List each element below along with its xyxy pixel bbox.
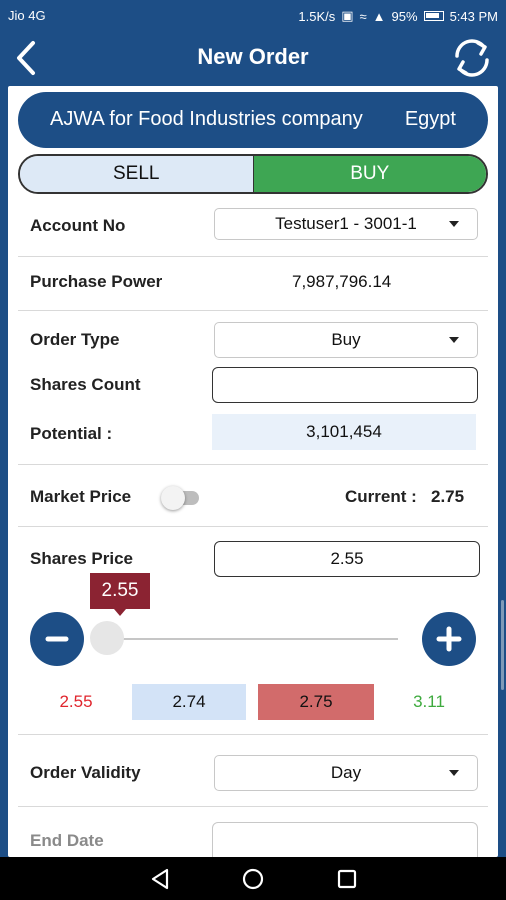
nav-home-icon[interactable]	[238, 865, 268, 893]
order-form: Account No Testuser1 - 3001-1 Purchase P…	[18, 200, 488, 857]
order-validity-value: Day	[330, 763, 362, 782]
end-date-label: End Date	[30, 831, 104, 850]
order-validity-dropdown[interactable]: Day	[214, 755, 478, 791]
market-price-toggle[interactable]	[161, 485, 201, 511]
signal-icon: ▲	[372, 8, 386, 24]
nav-recents-icon[interactable]	[332, 865, 362, 893]
increase-price-button[interactable]	[422, 612, 476, 666]
account-label: Account No	[30, 216, 126, 235]
order-type-label: Order Type	[30, 330, 120, 349]
company-banner: AJWA for Food Industries company Egypt	[18, 92, 488, 148]
chevron-down-icon	[449, 770, 459, 776]
battery-percent: 95%	[391, 8, 418, 24]
market-price-label: Market Price	[30, 487, 132, 506]
shares-count-label: Shares Count	[30, 375, 141, 394]
company-name: AJWA for Food Industries company	[50, 108, 363, 130]
shares-price-input[interactable]: 2.55	[214, 541, 480, 577]
order-type-dropdown[interactable]: Buy	[214, 322, 478, 358]
max-price: 3.11	[413, 692, 445, 711]
system-nav-bar	[0, 857, 506, 900]
nav-back-icon[interactable]	[145, 865, 175, 893]
order-validity-label: Order Validity	[30, 763, 141, 782]
network-speed: 1.5K/s	[298, 8, 336, 24]
wifi-icon: ≈	[359, 8, 367, 24]
divider	[18, 464, 488, 465]
shares-price-label: Shares Price	[30, 549, 134, 568]
divider	[18, 734, 488, 735]
divider	[18, 310, 488, 311]
end-date-input[interactable]	[212, 822, 478, 857]
ask-price: 2.75	[258, 684, 374, 720]
scroll-indicator	[501, 600, 504, 690]
decrease-price-button[interactable]	[30, 612, 84, 666]
price-slider-track[interactable]	[104, 638, 398, 640]
divider	[18, 526, 488, 527]
divider	[18, 806, 488, 807]
toggle-thumb	[161, 486, 185, 510]
bid-price: 2.74	[132, 684, 246, 720]
clock: 5:43 PM	[449, 8, 498, 24]
minus-icon	[45, 636, 69, 642]
buy-button[interactable]: BUY	[252, 156, 486, 192]
status-bar: Jio 4G 1.5K/s ▣ ≈ ▲ 95% 5:43 PM	[0, 0, 506, 30]
refresh-icon	[455, 39, 489, 77]
plus-icon	[436, 626, 462, 652]
purchase-power-value: 7,987,796.14	[292, 272, 392, 291]
chevron-down-icon	[449, 221, 459, 227]
account-value: Testuser1 - 3001-1	[275, 214, 417, 233]
order-form-card: AJWA for Food Industries company Egypt S…	[8, 86, 498, 857]
potential-value: 3,101,454	[212, 414, 476, 450]
current-value: 2.75	[431, 487, 465, 506]
app-bar: New Order	[0, 30, 506, 86]
vibrate-icon: ▣	[341, 8, 354, 23]
side-toggle: SELL BUY	[18, 154, 488, 194]
chevron-down-icon	[449, 337, 459, 343]
price-slider-tooltip: 2.55	[90, 573, 150, 616]
shares-count-input[interactable]	[212, 367, 478, 403]
battery-icon	[423, 11, 444, 21]
page-title: New Order	[197, 44, 309, 69]
potential-label: Potential :	[30, 424, 113, 443]
sell-button[interactable]: SELL	[20, 156, 253, 192]
carrier-label: Jio 4G	[8, 8, 46, 23]
refresh-button[interactable]	[448, 34, 496, 82]
current-label: Current :	[345, 487, 417, 506]
min-price: 2.55	[59, 692, 93, 711]
company-country: Egypt	[404, 108, 456, 130]
order-type-value: Buy	[331, 330, 361, 349]
account-dropdown[interactable]: Testuser1 - 3001-1	[214, 208, 478, 240]
purchase-power-label: Purchase Power	[30, 272, 163, 291]
price-slider-thumb[interactable]	[90, 621, 124, 655]
status-icons: 1.5K/s ▣ ≈ ▲ 95% 5:43 PM	[298, 8, 498, 24]
divider	[18, 256, 488, 257]
